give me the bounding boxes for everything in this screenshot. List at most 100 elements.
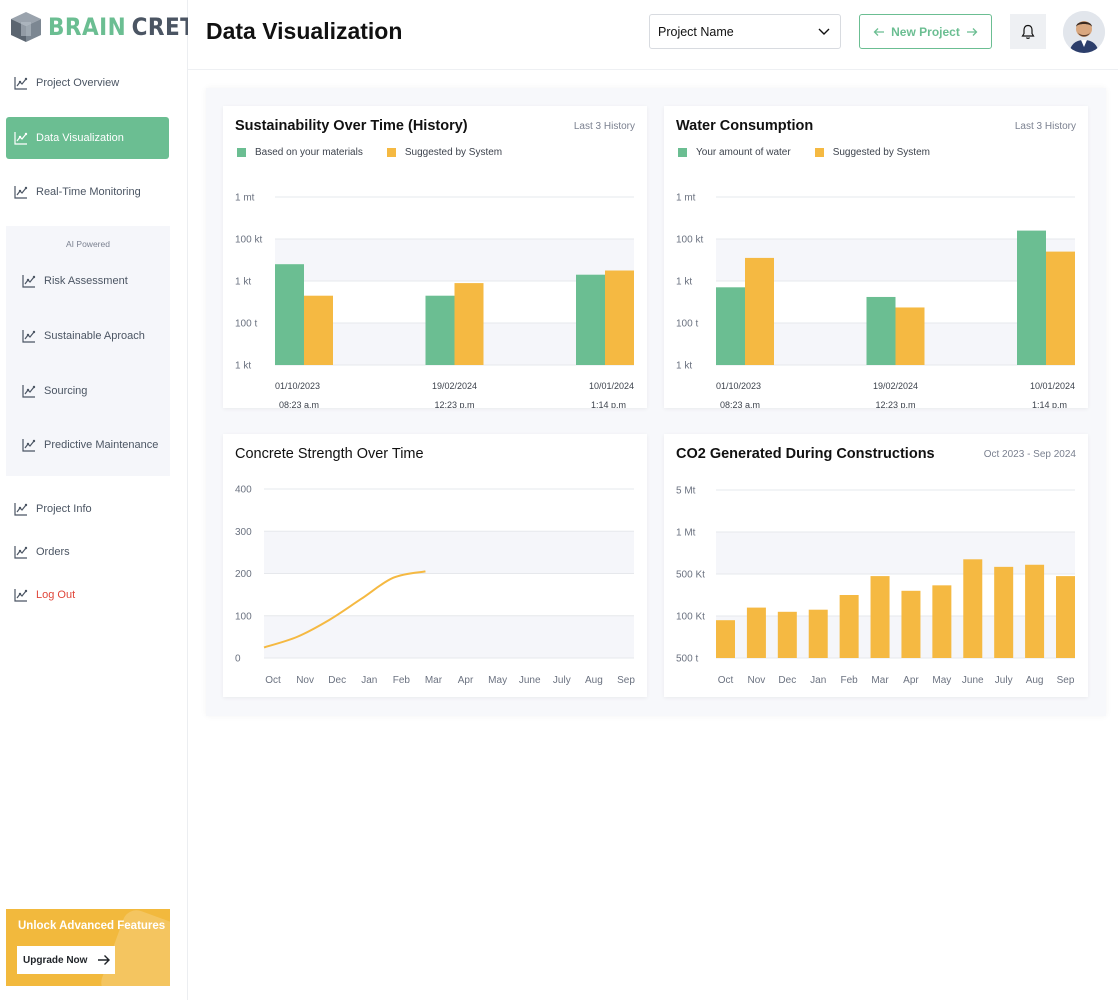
concrete-strength-card: Concrete Strength Over Time 400 300 200 100… [223,434,647,697]
sidebar-item-predictive-maintenance[interactable]: Predictive Maintenance [14,424,164,466]
sidebar-item-label: Sourcing [44,385,88,397]
upgrade-title: Unlock Advanced Features [18,920,166,932]
y-tick-label: 1 mt [676,193,696,204]
sidebar-item-risk-assessment[interactable]: Risk Assessment [14,260,164,302]
x-time-label: 1:14 p.m [591,400,626,408]
y-tick-label: 1 kt [235,361,251,372]
chevron-down-icon [818,28,830,35]
bar [576,274,605,365]
bar [901,590,921,658]
x-time-label: 12:23 p.m [434,400,474,408]
x-time-label: 12:23 p.m [875,400,915,408]
top-header: Data Visualization Project Name New Proj… [188,0,1118,70]
x-tick-label: 10/01/2024 [1030,381,1075,391]
sidebar-item-label: Risk Assessment [44,275,128,287]
sidebar-item-log-out[interactable]: Log Out [6,574,169,616]
x-tick-label: 19/02/2024 [432,381,477,391]
x-time-label: 1:14 p.m [1032,400,1067,408]
y-tick-label: 200 [235,569,252,580]
y-tick-label: 1 kt [676,277,692,288]
line-chart-icon [22,439,36,452]
sidebar-item-sustainable-approach[interactable]: Sustainable Aproach [14,315,164,357]
sidebar-item-label: Sustainable Aproach [44,330,145,342]
sidebar-item-label: Real-Time Monitoring [36,186,141,198]
x-tick-label: Sep [617,675,635,686]
bar [866,296,896,365]
x-tick-label: 19/02/2024 [873,381,918,391]
y-tick-label: 300 [235,527,252,538]
y-tick-label: 100 kt [235,235,262,246]
sidebar-item-project-info[interactable]: Project Info [6,488,169,530]
bar [808,609,828,658]
user-avatar[interactable] [1063,11,1105,53]
line-chart-icon [14,77,28,90]
y-tick-label: 400 [235,485,252,496]
sidebar-item-orders[interactable]: Orders [6,531,169,573]
sidebar-item-label: Project Info [36,503,92,515]
sidebar-item-project-overview[interactable]: Project Overview [6,62,169,104]
y-tick-label: 100 kt [676,235,703,246]
y-tick-label: 100 t [676,319,698,330]
x-tick-label: Mar [425,675,443,686]
sidebar-item-sourcing[interactable]: Sourcing [14,370,164,412]
sustainability-chart-card: Sustainability Over Time (History) Last … [223,106,647,408]
bar [745,257,774,365]
x-tick-label: Nov [748,675,766,686]
bar [716,287,745,365]
project-select[interactable]: Project Name [649,14,841,49]
x-tick-label: Dec [778,675,796,686]
y-tick-label: 0 [235,654,241,665]
x-tick-label: May [932,675,951,686]
x-tick-label: Jan [810,675,826,686]
y-tick-label: 5 Mt [676,486,696,497]
bar [716,620,735,658]
bar [605,270,634,365]
sidebar-item-label: Orders [36,546,70,558]
x-tick-label: 01/10/2023 [716,381,761,391]
x-tick-label: Sep [1057,675,1075,686]
line-chart-icon [14,589,28,602]
x-tick-label: July [553,675,571,686]
upgrade-button-label: Upgrade Now [23,954,88,966]
y-tick-label: 1 kt [235,277,251,288]
line-chart-icon [14,503,28,516]
x-tick-label: Feb [841,675,859,686]
upgrade-now-button[interactable]: Upgrade Now [17,946,115,974]
water-chart: 1 mt 100 kt 1 kt 100 t 1 kt 01/10/2023 08:23 a… [676,193,1075,408]
sidebar-item-data-visualization[interactable]: Data Visualization [6,117,169,159]
x-tick-label: Oct [265,675,281,686]
x-tick-label: July [995,675,1013,686]
grid-band [264,531,634,574]
bar [839,595,859,658]
x-tick-label: May [488,675,507,686]
line-chart-icon [14,132,28,145]
project-select-value: Project Name [658,24,734,39]
arrow-right-icon [98,955,111,965]
arrow-right-icon [966,27,978,36]
bar [275,264,304,365]
bar [304,295,333,365]
sidebar-item-real-time-monitoring[interactable]: Real-Time Monitoring [6,171,169,213]
grid-band [716,616,1075,658]
dashboard-content: Sustainability Over Time (History) Last … [206,88,1106,716]
x-tick-label: Nov [296,675,314,686]
bar [454,283,484,365]
brand-part1: BRAIN [48,13,127,41]
bar [425,295,455,365]
notifications-bell-icon[interactable] [1010,14,1046,49]
concrete-strength-chart: 400 300 200 100 0 Oct Nov Dec Jan Feb Mar Apr May Jun… [235,485,635,687]
x-tick-label: 10/01/2024 [589,381,634,391]
bar [932,585,952,658]
x-tick-label: 01/10/2023 [275,381,320,391]
new-project-button[interactable]: New Project [859,14,992,49]
sidebar: BRAIN CRETE Project Overview Data Visual… [0,0,210,1000]
x-tick-label: Feb [393,675,411,686]
line-chart-icon [22,385,36,398]
bar [777,611,797,658]
y-tick-label: 1 kt [676,361,692,372]
x-tick-label: Jan [361,675,377,686]
water-chart-card: Water Consumption Last 3 History Your am… [664,106,1088,408]
x-tick-label: Aug [1026,675,1044,686]
bar [994,566,1014,658]
ai-section-label: AI Powered [66,239,110,249]
